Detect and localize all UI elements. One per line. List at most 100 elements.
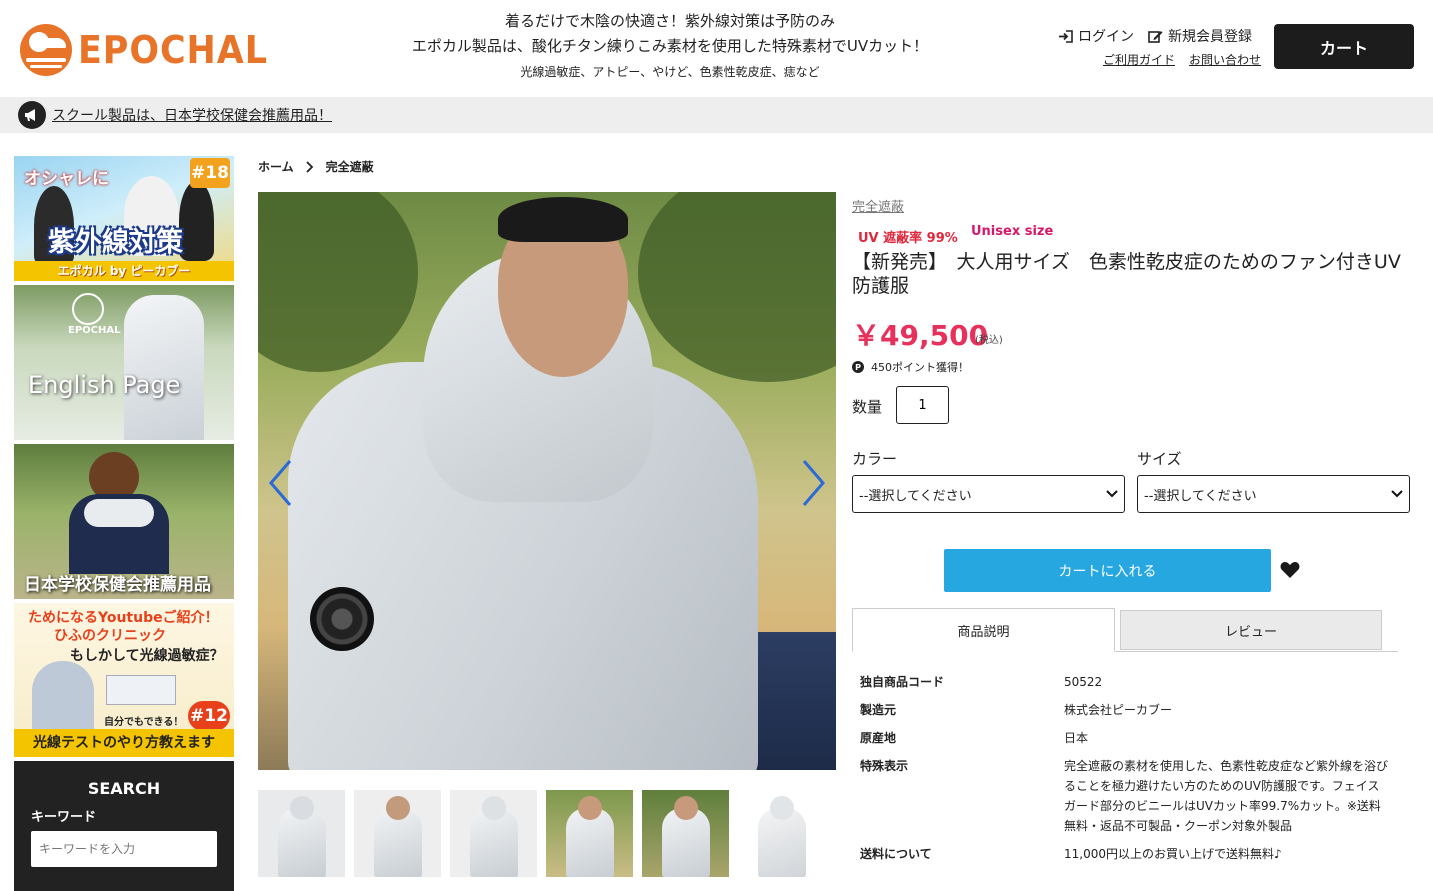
breadcrumb: ホーム 完全遮蔽 [258,158,374,175]
category-link[interactable]: 完全遮蔽 [852,196,904,215]
search-label: キーワード [31,810,97,825]
color-select[interactable]: --選択してください [852,475,1125,513]
size-label: サイズ [1137,450,1182,468]
account-links: ログイン 新規会員登録 ご利用ガイド お問い合わせ [1058,26,1268,68]
chevron-right-icon [802,460,825,506]
color-select-value: --選択してください [859,488,972,504]
chevron-down-icon [1106,490,1118,498]
banner1-strip: エポカル by ピーカブー [14,261,234,281]
next-image-button[interactable] [798,458,828,508]
color-label: カラー [852,450,898,468]
model-figure [124,295,204,440]
tab-description[interactable]: 商品説明 [852,608,1115,652]
banner-uv-youtube[interactable]: オシャレに #18 紫外線対策 エポカル by ピーカブー [14,156,234,281]
quantity-label: 数量 [852,398,883,416]
login-label: ログイン [1078,29,1134,45]
chevron-down-icon [1391,490,1403,498]
unisex-badge: Unisex size [971,224,1054,239]
add-to-cart-button[interactable]: カートに入れる [944,549,1271,592]
banner-skin-clinic[interactable]: ためになるYoutubeご紹介！ ひふのクリニック もしかして光線過敏症？ 自分… [14,603,234,757]
thumbnail[interactable] [450,790,537,877]
notice-link[interactable]: スクール製品は、日本学校保健会推薦用品！ [52,105,332,125]
tagline-line-1: 着るだけで木陰の快適さ！紫外線対策は予防のみ [504,12,835,30]
chevron-right-icon [306,160,313,173]
spec-key: 独自商品コード [860,675,945,689]
spec-key: 特殊表示 [860,759,909,773]
banner4-line1: ためになるYoutubeご紹介！ [28,610,219,626]
spec-row: 特殊表示 完全遮蔽の素材を使用した、色素性乾皮症など紫外線を浴びることを極力避け… [852,756,1412,836]
notice-bar: スクール製品は、日本学校保健会推薦用品！ [0,97,1433,133]
header-cart-button[interactable]: カート [1274,24,1414,69]
product-title: 【新発売】 大人用サイズ 色素性乾皮症のためのファン付きUV防護服 [852,251,1401,297]
megaphone-icon [18,101,46,129]
spec-key: 製造元 [860,703,897,717]
spec-value: 株式会社ピーカブー [1064,703,1173,717]
favorite-heart-icon[interactable] [1280,561,1300,579]
thumbnail[interactable] [354,790,441,877]
banner2-title: English Page [28,371,181,399]
epochal-logo-icon [72,293,104,325]
tagline-line-2: エポカル製品は、酸化チタン練りこみ素材を使用した特殊素材でUVカット！ [411,37,929,55]
tab-reviews[interactable]: レビュー [1120,610,1382,650]
tree-foliage [258,192,418,372]
banner1-number: #18 [190,158,230,188]
thumbnail[interactable] [546,790,633,877]
thumbnail[interactable] [258,790,345,877]
points-text: 450ポイント獲得！ [871,361,969,374]
arm-illustration [106,675,176,705]
register-link[interactable]: 新規会員登録 [1148,26,1252,46]
fan-unit [310,587,374,651]
quantity-input[interactable] [896,386,949,424]
spec-table: 独自商品コード 50522 製造元 株式会社ピーカブー 原産地 日本 特殊表示 … [852,672,1412,872]
banner3-title: 日本学校保健会推薦用品 [24,575,211,595]
banner1-title: 紫外線対策 [48,227,183,258]
register-label: 新規会員登録 [1168,29,1252,45]
thumbnail[interactable] [642,790,729,877]
banner4-number: #12 [188,701,230,731]
spec-key: 送料について [860,847,932,861]
guide-link[interactable]: ご利用ガイド [1103,51,1175,68]
model-hair [498,197,628,242]
sidebar: オシャレに #18 紫外線対策 エポカル by ピーカブー EPOCHAL En… [14,156,234,891]
contact-link[interactable]: お問い合わせ [1189,51,1261,68]
child-scarf [84,499,154,527]
product-main-image[interactable] [258,192,836,770]
spec-row: 独自商品コード 50522 [852,672,1412,692]
points-icon: P [852,361,864,373]
banner-school-recommended[interactable]: 日本学校保健会推薦用品 [14,444,234,599]
doctor-figure [32,661,94,729]
banner-english-page[interactable]: EPOCHAL English Page [14,285,234,440]
thumbnail-strip [258,790,825,877]
banner4-line3: もしかして光線過敏症？ [70,648,224,664]
size-select[interactable]: --選択してください [1137,475,1410,513]
banner4-line4: 自分でもできる！ [104,717,184,728]
spec-row: 送料について 11,000円以上のお買い上げで送料無料♪ [852,844,1412,864]
search-panel: SEARCH キーワード [14,761,234,891]
banner4-strip: 光線テストのやり方教えます [14,729,234,757]
spec-key: 原産地 [860,731,897,745]
search-title: SEARCH [87,779,161,798]
tax-note: (税込) [975,335,1003,346]
edit-icon [1148,31,1163,43]
spec-row: 製造元 株式会社ピーカブー [852,700,1412,720]
spec-value: 完全遮蔽の素材を使用した、色素性乾皮症など紫外線を浴びることを極力避けたい方のた… [1064,759,1389,833]
search-input[interactable] [31,831,217,867]
banner4-line2: ひふのクリニック [54,628,166,644]
points-info: P 450ポイント獲得！ [852,359,969,375]
banner1-header: オシャレに [24,169,109,189]
presenter-figure-2 [179,181,214,261]
prev-image-button[interactable] [266,458,296,508]
tagline-line-3: 光線過敏症、アトピー、やけど、色素性乾皮症、痣など [520,65,820,79]
site-logo[interactable]: EPOCHAL [20,24,284,76]
breadcrumb-home[interactable]: ホーム [258,158,294,175]
chevron-left-icon [269,460,292,506]
product-tabs: 商品説明 レビュー [852,608,1398,652]
tree-foliage-2 [638,192,836,382]
product-price: ￥49,500 [852,319,989,352]
login-link[interactable]: ログイン [1058,26,1134,46]
uv-badge: UV 遮蔽率 99% [858,231,958,246]
thumbnail[interactable] [738,790,825,877]
spec-value: 日本 [1064,731,1089,745]
spec-value: 50522 [1064,675,1103,689]
logo-text: EPOCHAL [78,28,268,72]
